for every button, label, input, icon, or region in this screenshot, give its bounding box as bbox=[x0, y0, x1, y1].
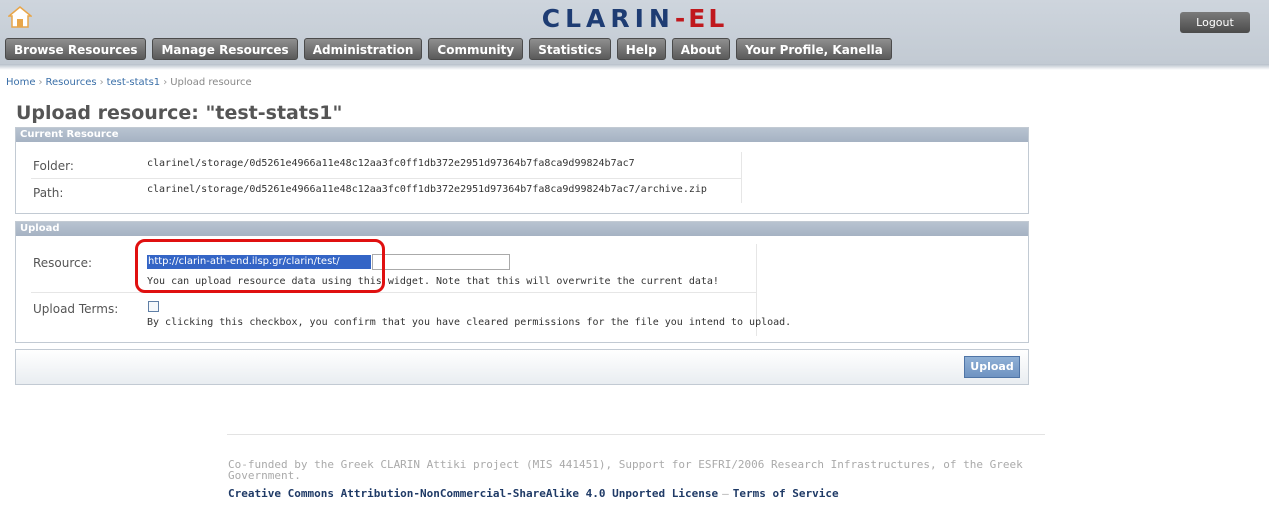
footer-links: Creative Commons Attribution-NonCommerci… bbox=[228, 487, 839, 500]
nav-statistics[interactable]: Statistics bbox=[529, 38, 611, 60]
row-divider bbox=[31, 178, 741, 179]
path-value: clarinel/storage/0d5261e4966a11e48c12aa3… bbox=[147, 184, 707, 195]
footer-separator: – bbox=[722, 487, 729, 500]
resource-label: Resource: bbox=[33, 256, 93, 270]
current-resource-heading: Current Resource bbox=[16, 128, 1028, 142]
main-nav: Browse Resources Manage Resources Admini… bbox=[5, 38, 898, 61]
upload-terms-checkbox[interactable] bbox=[148, 301, 159, 312]
folder-label: Folder: bbox=[33, 159, 74, 173]
upload-heading: Upload bbox=[16, 222, 1028, 236]
logout-button[interactable]: Logout bbox=[1180, 12, 1250, 33]
breadcrumb-resources[interactable]: Resources bbox=[46, 77, 97, 88]
footer-funding-text: Co-funded by the Greek CLARIN Attiki pro… bbox=[228, 458, 1023, 482]
upload-terms-label: Upload Terms: bbox=[33, 302, 119, 316]
nav-about[interactable]: About bbox=[671, 38, 731, 60]
footer-divider bbox=[227, 434, 1045, 435]
nav-manage-resources[interactable]: Manage Resources bbox=[152, 38, 298, 60]
breadcrumb-resource[interactable]: test-stats1 bbox=[107, 77, 161, 88]
breadcrumb-home[interactable]: Home bbox=[6, 77, 36, 88]
site-header: CLARIN-EL Logout Browse Resources Manage… bbox=[0, 0, 1269, 64]
nav-administration[interactable]: Administration bbox=[303, 38, 423, 60]
page-title: Upload resource: "test-stats1" bbox=[16, 102, 343, 124]
breadcrumb-current: Upload resource bbox=[170, 77, 252, 88]
resource-file-input[interactable] bbox=[372, 254, 510, 270]
breadcrumb-separator: › bbox=[38, 77, 43, 88]
terms-of-service-link[interactable]: Terms of Service bbox=[733, 487, 839, 500]
nav-browse-resources[interactable]: Browse Resources bbox=[5, 38, 147, 60]
nav-your-profile[interactable]: Your Profile, Kanella bbox=[736, 38, 892, 60]
upload-button[interactable]: Upload bbox=[964, 356, 1020, 378]
breadcrumb: Home › Resources › test-stats1 › Upload resour… bbox=[6, 77, 252, 88]
logo-accent: -EL bbox=[674, 4, 728, 33]
column-divider bbox=[741, 152, 742, 203]
folder-value: clarinel/storage/0d5261e4966a11e48c12aa3… bbox=[147, 158, 635, 169]
highlight-annotation bbox=[135, 239, 385, 293]
breadcrumb-separator: › bbox=[99, 77, 104, 88]
upload-terms-help-text: By clicking this checkbox, you confirm t… bbox=[147, 317, 792, 328]
logo-main: CLARIN bbox=[541, 4, 675, 33]
nav-community[interactable]: Community bbox=[428, 38, 524, 60]
form-action-bar: Upload bbox=[15, 349, 1029, 385]
nav-help[interactable]: Help bbox=[616, 38, 666, 60]
path-label: Path: bbox=[33, 186, 64, 200]
current-resource-panel: Current Resource Folder: clarinel/storag… bbox=[15, 127, 1029, 214]
breadcrumb-separator: › bbox=[163, 77, 168, 88]
site-logo: CLARIN-EL bbox=[0, 4, 1269, 33]
header-shadow bbox=[0, 64, 1269, 70]
row-divider bbox=[31, 292, 756, 293]
license-link[interactable]: Creative Commons Attribution-NonCommerci… bbox=[228, 487, 718, 500]
